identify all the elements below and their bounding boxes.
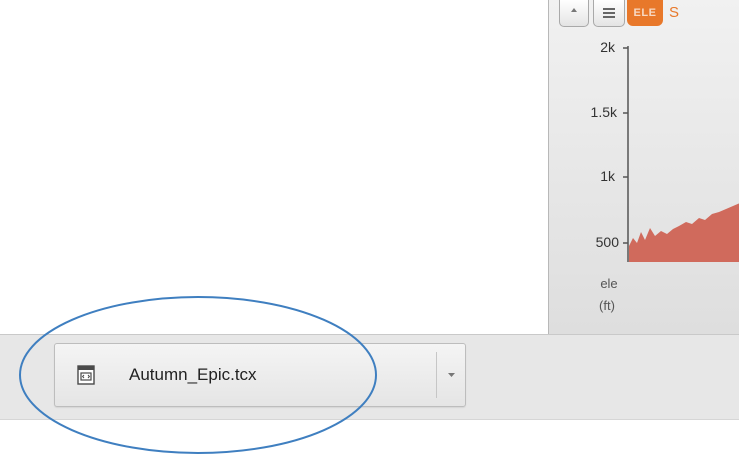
download-file-name: Autumn_Epic.tcx bbox=[129, 365, 257, 384]
download-options-button[interactable] bbox=[437, 344, 465, 406]
axis-title-unit: (ft) bbox=[599, 298, 615, 313]
download-item[interactable]: Autumn_Epic.tcx bbox=[54, 343, 466, 407]
chevron-down-icon bbox=[447, 373, 455, 377]
tick-label-2k: 2k bbox=[600, 39, 615, 55]
tick-label-500: 500 bbox=[595, 234, 619, 250]
download-bar: Autumn_Epic.tcx bbox=[0, 334, 739, 420]
file-icon bbox=[77, 365, 95, 385]
axis-title-ele: ele bbox=[600, 276, 618, 291]
tick-label-1-5k: 1.5k bbox=[590, 104, 617, 120]
elevation-panel: ELE S 2k 1.5k 1k 500 ele (ft) bbox=[548, 0, 739, 334]
tick-label-1k: 1k bbox=[600, 168, 615, 184]
elevation-area bbox=[629, 203, 739, 262]
